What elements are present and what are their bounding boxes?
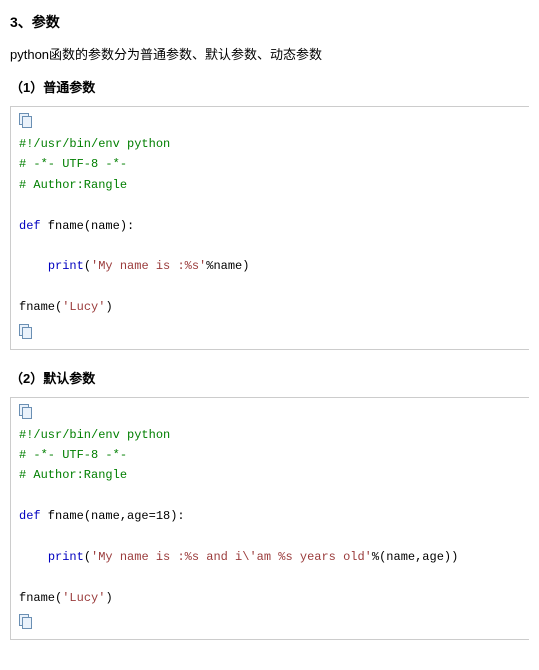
code-string: 'My name is :%s' — [91, 259, 206, 273]
code-keyword: print — [48, 550, 84, 564]
code-text: ) — [105, 591, 112, 605]
section-heading: 3、参数 — [10, 12, 529, 32]
code-text: ) — [105, 300, 112, 314]
code-toolbar-bottom — [19, 324, 521, 341]
code-comment: # -*- UTF-8 -*- — [19, 157, 127, 171]
code-string: 'Lucy' — [62, 300, 105, 314]
code-text: %(name,age)) — [372, 550, 458, 564]
code-keyword: def — [19, 509, 41, 523]
code-text: fname(name,age=18): — [41, 509, 185, 523]
code-string: 'My name is :%s and i\'am %s years old' — [91, 550, 372, 564]
code-toolbar-top — [19, 113, 521, 130]
code-comment: # Author:Rangle — [19, 468, 127, 482]
subsection-title-1: （1）普通参数 — [10, 77, 529, 96]
code-block-1: #!/usr/bin/env python # -*- UTF-8 -*- # … — [10, 106, 529, 350]
code-block-2: #!/usr/bin/env python # -*- UTF-8 -*- # … — [10, 397, 529, 641]
code-keyword: print — [48, 259, 84, 273]
code-comment: #!/usr/bin/env python — [19, 428, 170, 442]
code-comment: # -*- UTF-8 -*- — [19, 448, 127, 462]
copy-icon[interactable] — [19, 324, 33, 338]
code-text: fname(name): — [41, 219, 135, 233]
code-toolbar-bottom — [19, 614, 521, 631]
intro-text: python函数的参数分为普通参数、默认参数、动态参数 — [10, 44, 529, 63]
copy-icon[interactable] — [19, 614, 33, 628]
code-text: %name) — [206, 259, 249, 273]
copy-icon[interactable] — [19, 113, 33, 127]
code-toolbar-top — [19, 404, 521, 421]
code-text: ( — [84, 259, 91, 273]
code-text: ( — [84, 550, 91, 564]
code-content: #!/usr/bin/env python # -*- UTF-8 -*- # … — [19, 425, 521, 609]
subsection-title-2: （2）默认参数 — [10, 368, 529, 387]
code-content: #!/usr/bin/env python # -*- UTF-8 -*- # … — [19, 134, 521, 318]
copy-icon[interactable] — [19, 404, 33, 418]
code-text: fname( — [19, 591, 62, 605]
code-text: fname( — [19, 300, 62, 314]
code-comment: #!/usr/bin/env python — [19, 137, 170, 151]
code-comment: # Author:Rangle — [19, 178, 127, 192]
code-string: 'Lucy' — [62, 591, 105, 605]
code-keyword: def — [19, 219, 41, 233]
